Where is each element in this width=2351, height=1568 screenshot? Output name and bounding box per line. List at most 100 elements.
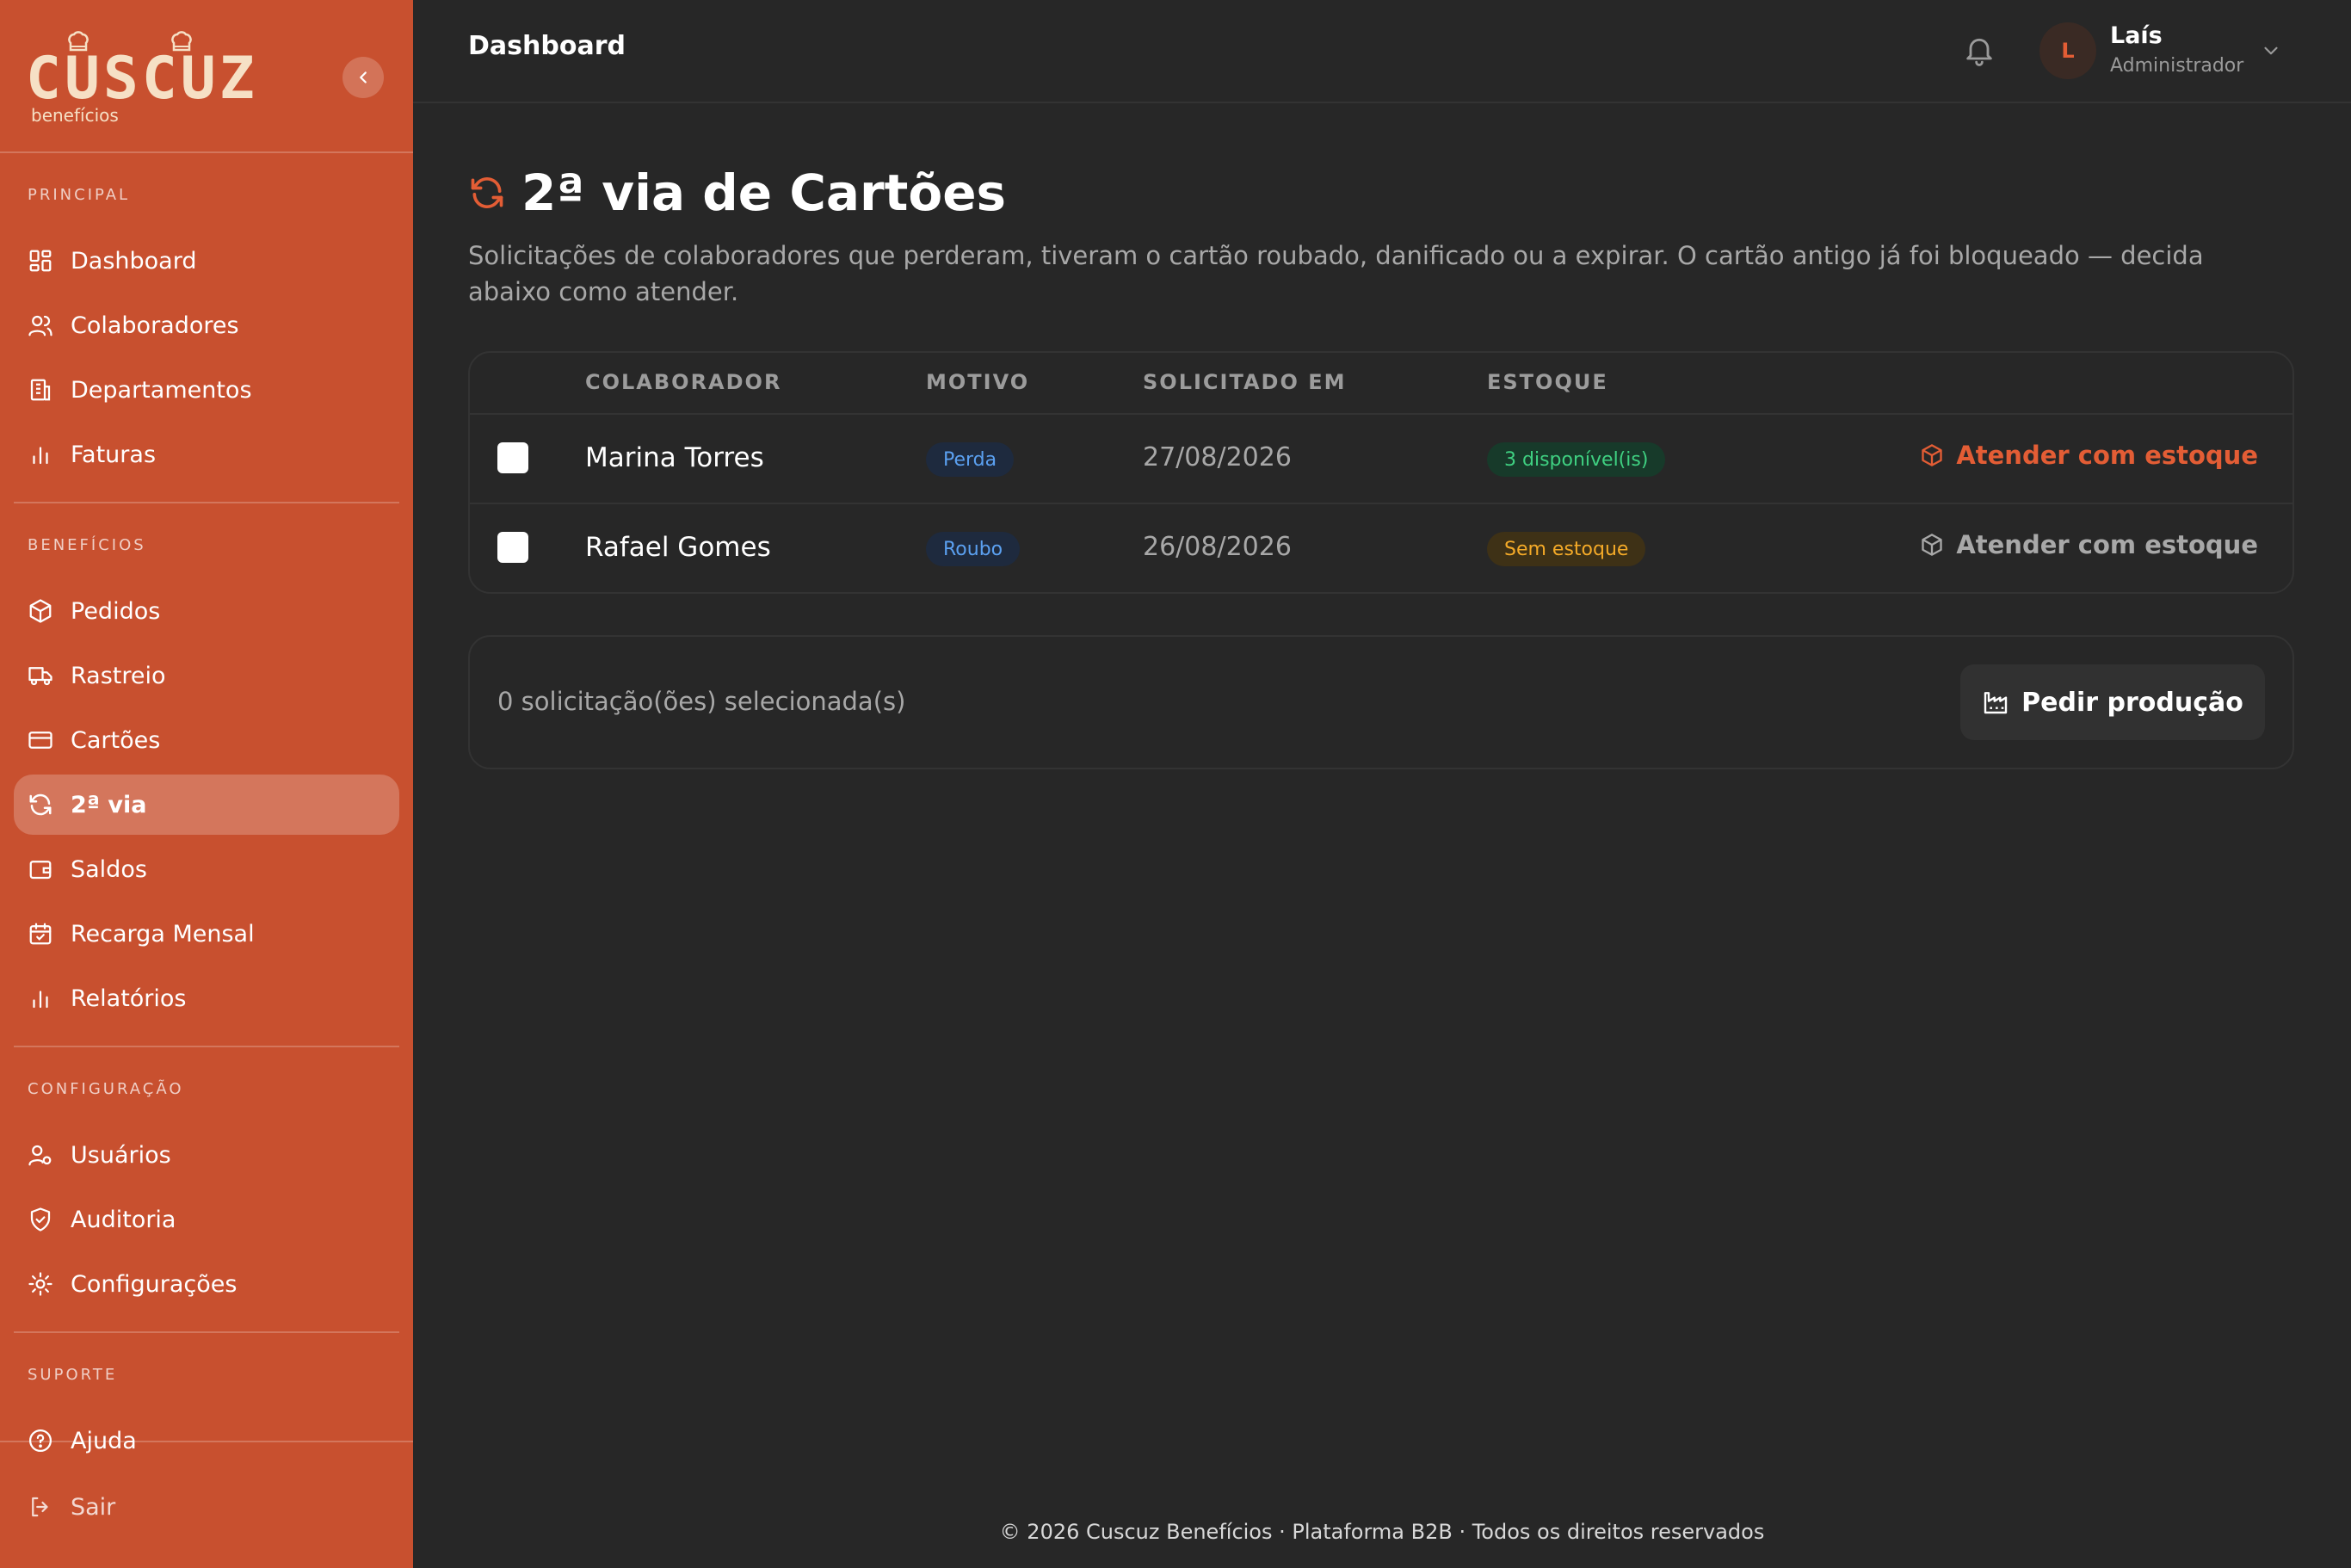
avatar: L <box>2039 22 2096 79</box>
logout-icon <box>32 1497 48 1517</box>
sidebar-item-label: Cartões <box>71 726 161 754</box>
bar-chart-icon <box>33 991 48 1009</box>
brand-subtitle: benefícios <box>31 105 119 126</box>
sidebar-item-label: Dashboard <box>71 247 197 275</box>
user-cog-icon <box>28 1145 52 1166</box>
refresh-icon <box>29 793 52 816</box>
sidebar: CUSCUZ benefícios PRINCIPAL Dashboard Co… <box>0 0 413 1568</box>
page-heading: 2ª via de Cartões <box>468 164 1006 222</box>
requests-table: COLABORADOR MOTIVO SOLICITADO EM ESTOQUE… <box>468 351 2294 594</box>
brand-area: CUSCUZ benefícios <box>0 0 413 153</box>
sidebar-item-label: Recarga Mensal <box>71 920 255 948</box>
section-label: BENEFÍCIOS <box>28 536 146 554</box>
sidebar-item-saldos[interactable]: Saldos <box>14 839 399 899</box>
sidebar-item-label: Relatórios <box>71 985 187 1012</box>
dashboard-icon <box>29 250 52 272</box>
column-header-solicitado-em: SOLICITADO EM <box>1143 370 1347 394</box>
sidebar-item-label: Faturas <box>71 441 157 468</box>
factory-icon <box>1984 692 2008 714</box>
motivo-badge: Roubo <box>926 532 1021 566</box>
sidebar-item-label: Usuários <box>71 1141 171 1169</box>
sidebar-item-departamentos[interactable]: Departamentos <box>14 360 399 420</box>
copyright-footer: © 2026 Cuscuz Benefícios · Plataforma B2… <box>999 1520 1765 1544</box>
logout-area: Sair <box>0 1441 413 1568</box>
nav-section-configuracao: CONFIGURAÇÃO Usuários Auditoria Configur… <box>0 1047 413 1333</box>
sidebar-item-label: Departamentos <box>71 376 252 404</box>
wallet-icon <box>29 861 52 880</box>
package-icon <box>29 599 52 623</box>
section-label: PRINCIPAL <box>28 186 131 204</box>
package-icon <box>1922 444 1942 466</box>
logout-label: Sair <box>71 1493 116 1521</box>
bell-icon[interactable] <box>1962 33 1996 67</box>
section-label: SUPORTE <box>28 1366 118 1384</box>
column-header-motivo: MOTIVO <box>926 370 1030 394</box>
sidebar-item-relatorios[interactable]: Relatórios <box>14 968 399 1028</box>
table-row: Marina Torres Perda 27/08/2026 3 disponí… <box>470 415 2292 504</box>
section-label: CONFIGURAÇÃO <box>28 1080 184 1098</box>
column-header-estoque: ESTOQUE <box>1487 370 1608 394</box>
atender-com-estoque-button[interactable]: Atender com estoque <box>1920 441 2258 470</box>
sidebar-item-pedidos[interactable]: Pedidos <box>14 581 399 641</box>
chevron-left-icon <box>360 71 367 83</box>
collapse-sidebar-button[interactable] <box>342 57 384 98</box>
sidebar-item-label: 2ª via <box>71 791 147 818</box>
solicitado-date: 27/08/2026 <box>1143 442 1292 472</box>
colaborador-name: Marina Torres <box>585 442 764 473</box>
page-title: 2ª via de Cartões <box>521 164 1007 222</box>
atender-com-estoque-button[interactable]: Atender com estoque <box>1920 530 2258 559</box>
header-title: Dashboard <box>468 31 626 61</box>
sidebar-item-label: Configurações <box>71 1270 238 1298</box>
colaborador-name: Rafael Gomes <box>585 532 771 563</box>
sidebar-item-dashboard[interactable]: Dashboard <box>14 231 399 291</box>
selection-bar: 0 solicitação(ões) selecionada(s) Pedir … <box>468 635 2294 769</box>
sidebar-item-label: Rastreio <box>71 662 166 689</box>
nav-section-beneficios: BENEFÍCIOS Pedidos Rastreio Cartões 2ª v… <box>0 503 413 1047</box>
row-checkbox[interactable] <box>497 442 528 473</box>
pedir-producao-button[interactable]: Pedir produção <box>1960 664 2265 740</box>
sidebar-item-label: Colaboradores <box>71 312 239 339</box>
estoque-badge: 3 disponível(is) <box>1487 442 1666 477</box>
sidebar-item-label: Auditoria <box>71 1206 176 1233</box>
sidebar-item-faturas[interactable]: Faturas <box>14 424 399 485</box>
page-description: Solicitações de colaboradores que perder… <box>468 241 2204 306</box>
user-name: Laís <box>2110 22 2163 49</box>
sidebar-item-colaboradores[interactable]: Colaboradores <box>14 295 399 355</box>
user-menu[interactable]: L Laís Administrador <box>2039 22 2298 83</box>
truck-icon <box>28 667 52 686</box>
sidebar-item-configuracoes[interactable]: Configurações <box>14 1254 399 1314</box>
sidebar-item-recarga-mensal[interactable]: Recarga Mensal <box>14 904 399 964</box>
building-icon <box>30 379 51 401</box>
users-icon <box>28 315 52 336</box>
selection-count: 0 solicitação(ões) selecionada(s) <box>497 687 906 716</box>
sidebar-item-label: Pedidos <box>71 597 161 625</box>
motivo-badge: Perda <box>926 442 1015 477</box>
gear-icon <box>28 1272 52 1296</box>
estoque-badge: Sem estoque <box>1487 532 1646 566</box>
row-checkbox[interactable] <box>497 532 528 563</box>
pedir-producao-label: Pedir produção <box>2021 687 2243 718</box>
action-label: Atender com estoque <box>1956 441 2258 470</box>
table-header: COLABORADOR MOTIVO SOLICITADO EM ESTOQUE <box>470 353 2292 415</box>
package-icon <box>1922 534 1942 556</box>
credit-card-icon <box>28 732 52 749</box>
sidebar-item-auditoria[interactable]: Auditoria <box>14 1189 399 1250</box>
logout-button[interactable]: Sair <box>14 1477 392 1537</box>
chevron-down-icon <box>2264 46 2278 55</box>
sidebar-item-label: Saldos <box>71 855 147 883</box>
sidebar-item-usuarios[interactable]: Usuários <box>14 1125 399 1185</box>
brand-name: CUSCUZ <box>26 45 258 113</box>
shield-check-icon <box>30 1207 51 1232</box>
table-row: Rafael Gomes Roubo 26/08/2026 Sem estoqu… <box>470 504 2292 594</box>
top-header: Dashboard L Laís Administrador <box>413 0 2351 103</box>
calendar-icon <box>29 923 52 945</box>
sidebar-item-2a-via[interactable]: 2ª via <box>14 775 399 835</box>
sidebar-item-cartoes[interactable]: Cartões <box>14 710 399 770</box>
brand-logo[interactable]: CUSCUZ benefícios <box>26 26 255 129</box>
solicitado-date: 26/08/2026 <box>1143 532 1292 562</box>
user-role: Administrador <box>2110 55 2244 77</box>
sidebar-item-rastreio[interactable]: Rastreio <box>14 645 399 706</box>
refresh-icon <box>471 177 503 208</box>
nav-section-principal: PRINCIPAL Dashboard Colaboradores Depart… <box>0 153 413 503</box>
action-label: Atender com estoque <box>1956 530 2258 559</box>
